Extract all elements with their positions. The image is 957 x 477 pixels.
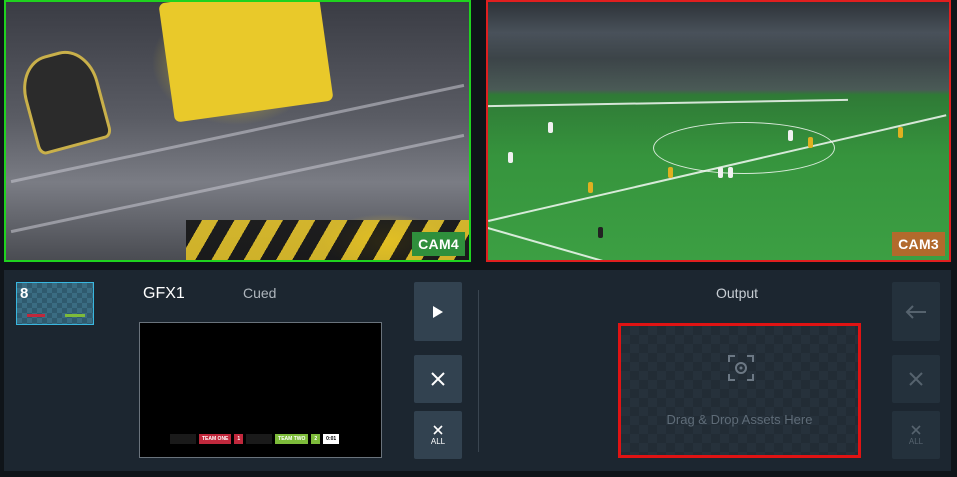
thumbnail-scorebug-team-one — [27, 314, 45, 317]
close-icon — [911, 424, 921, 435]
player — [548, 122, 553, 133]
graphic-preview: TEAM ONE 1 TEAM TWO 2 0:01 — [139, 322, 382, 458]
graphics-control-panel: 8 GFX1 Cued TEAM ONE 1 TEAM TWO 2 0:01 A… — [4, 270, 951, 471]
scorebug-team-one: TEAM ONE — [199, 434, 232, 444]
output-clear-button[interactable] — [892, 355, 940, 403]
output-dropzone[interactable]: Drag & Drop Assets Here — [618, 323, 861, 458]
player — [598, 227, 603, 238]
camera-preview-cam4[interactable]: CAM4 — [4, 0, 471, 262]
close-icon — [433, 424, 443, 435]
scorebug-team-one-score: 1 — [234, 434, 244, 444]
scorebug-team-two: TEAM TWO — [275, 434, 309, 444]
thumbnail-number: 8 — [20, 285, 29, 302]
output-title: Output — [716, 285, 759, 301]
player — [898, 127, 903, 138]
scorebug-logo — [246, 434, 273, 444]
play-button[interactable] — [414, 282, 462, 341]
camera-label: CAM3 — [892, 232, 945, 256]
center-circle — [653, 122, 835, 174]
scorebug-team-two-score: 2 — [311, 434, 321, 444]
take-to-output-button[interactable] — [892, 282, 940, 341]
graphic-title: GFX1 — [143, 285, 185, 302]
clear-all-label: ALL — [430, 436, 446, 446]
player — [788, 130, 793, 141]
camera-label: CAM4 — [412, 232, 465, 256]
play-icon — [433, 305, 443, 318]
capture-icon — [728, 355, 754, 381]
scorebug-logo — [170, 434, 196, 444]
player — [718, 167, 723, 178]
panel-divider — [478, 290, 479, 452]
close-icon — [431, 372, 445, 386]
player — [808, 137, 813, 148]
dropzone-text: Drag & Drop Assets Here — [666, 412, 813, 427]
player — [508, 152, 513, 163]
thumbnail-scorebug-team-two — [65, 314, 85, 317]
output-clear-all-label: ALL — [908, 436, 924, 446]
player — [728, 167, 733, 178]
scorebug: TEAM ONE 1 TEAM TWO 2 0:01 — [170, 434, 340, 444]
output-clear-all-button[interactable]: ALL — [892, 411, 940, 459]
graphic-thumbnail[interactable]: 8 — [16, 282, 94, 325]
scorebug-clock: 0:01 — [323, 434, 340, 444]
arrow-left-icon — [905, 304, 926, 319]
clear-button[interactable] — [414, 355, 462, 403]
player — [588, 182, 593, 193]
close-icon — [909, 372, 923, 386]
clear-all-button[interactable]: ALL — [414, 411, 462, 459]
graphic-status: Cued — [243, 285, 277, 301]
player — [668, 167, 673, 178]
camera-preview-cam3[interactable]: CAM3 — [486, 0, 951, 262]
